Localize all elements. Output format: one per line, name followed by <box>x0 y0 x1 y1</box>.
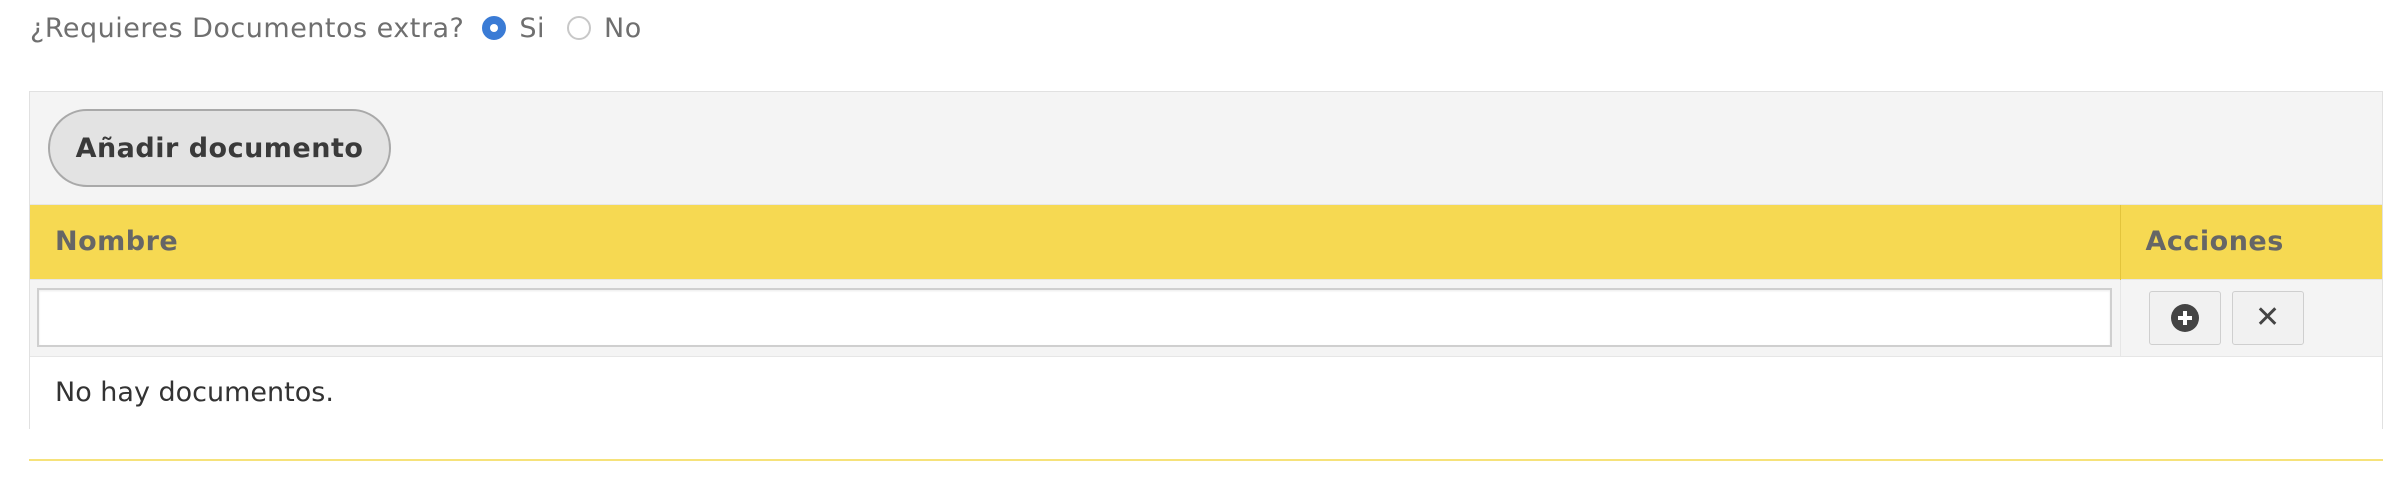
new-document-row: ✕ <box>30 278 2382 356</box>
actions-cell: ✕ <box>2120 278 2382 356</box>
column-header-nombre: Nombre <box>30 205 2121 279</box>
table-header-row: Nombre Acciones <box>30 205 2382 279</box>
close-icon: ✕ <box>2255 299 2281 335</box>
empty-state-row: No hay documentos. <box>30 355 2382 429</box>
document-name-input[interactable] <box>37 288 2112 347</box>
extra-documents-question: ¿Requieres Documentos extra? Si No <box>30 8 664 48</box>
documents-toolbar: Añadir documento <box>30 92 2382 205</box>
radio-si[interactable] <box>482 16 507 40</box>
documents-panel: Añadir documento Nombre Acciones ✕ No ha… <box>29 91 2383 429</box>
empty-message: No hay documentos. <box>30 355 2382 429</box>
radio-si-label: Si <box>519 12 545 44</box>
question-label: ¿Requieres Documentos extra? <box>30 12 465 44</box>
add-row-button[interactable] <box>2148 290 2221 345</box>
column-header-acciones: Acciones <box>2120 205 2382 279</box>
name-cell <box>30 278 2121 356</box>
radio-no-label: No <box>604 12 642 44</box>
section-divider <box>29 459 2383 461</box>
plus-circle-icon <box>2170 303 2199 332</box>
cancel-row-button[interactable]: ✕ <box>2231 290 2304 345</box>
radio-option-si[interactable]: Si <box>482 13 545 44</box>
add-document-button[interactable]: Añadir documento <box>48 109 391 187</box>
radio-option-no[interactable]: No <box>567 13 642 44</box>
radio-no[interactable] <box>567 16 591 40</box>
documents-table: Nombre Acciones ✕ No hay documentos. <box>30 205 2382 429</box>
